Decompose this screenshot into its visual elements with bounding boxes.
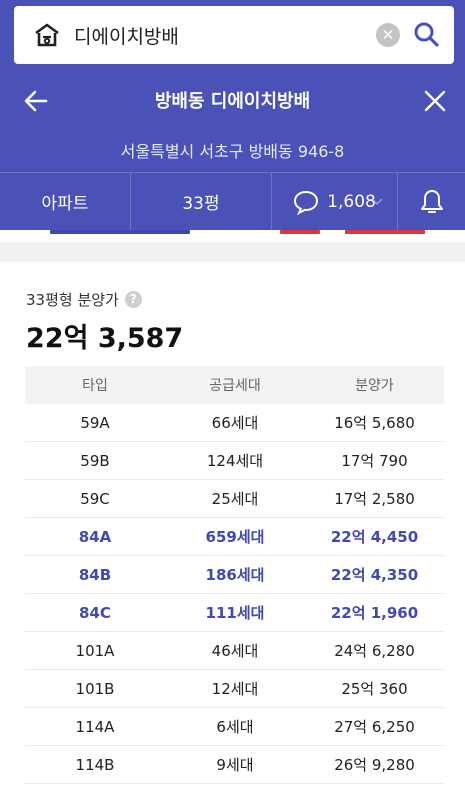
row-units: 6세대 (216, 718, 254, 736)
table-row: 101B 12세대 25억 360 (25, 670, 444, 708)
tab-size-select[interactable]: 33평 (131, 173, 383, 230)
tab-comments[interactable]: 1,608 (272, 173, 398, 230)
row-type: 59A (80, 413, 110, 432)
table-row: 84A 659세대 22억 4,450 (25, 518, 444, 556)
table-row: 59A 66세대 16억 5,680 (25, 404, 444, 442)
row-units: 124세대 (206, 452, 264, 470)
row-price: 22억 4,450 (330, 528, 419, 546)
house-logo-icon[interactable] (34, 23, 60, 47)
page-title: 방배동 디에이치방배 (154, 91, 311, 112)
row-price: 22억 4,350 (330, 566, 419, 584)
search-input[interactable]: 디에이치방배 (74, 22, 179, 49)
row-price: 17억 2,580 (334, 490, 415, 508)
speech-bubble-icon (294, 190, 319, 215)
row-units: 111세대 (205, 604, 265, 622)
row-units: 186세대 (205, 566, 265, 584)
comment-count: 1,608 (327, 191, 376, 212)
row-type: 84B (78, 565, 112, 584)
price-section-label: 33평형 분양가 ? (26, 289, 142, 310)
search-icon[interactable] (412, 20, 440, 48)
table-row: 114B 9세대 26억 9,280 (25, 746, 444, 784)
header-units: 공급세대 (209, 378, 261, 394)
table-row: 59B 124세대 17억 790 (25, 442, 444, 480)
search-bar[interactable]: 디에이치방배 ✕ (14, 6, 454, 64)
section-divider (0, 242, 465, 262)
tab-bar: 아파트 33평 1,608 (0, 172, 465, 230)
table-header: 타입 공급세대 분양가 (25, 366, 444, 404)
row-type: 114A (75, 717, 115, 736)
row-units: 46세대 (211, 642, 259, 660)
bell-icon (420, 189, 443, 213)
partially-hidden-row (0, 230, 465, 242)
row-type: 101B (75, 679, 115, 698)
price-label: 33평형 분양가 (26, 291, 119, 309)
row-type: 101A (75, 641, 115, 660)
price-table: 타입 공급세대 분양가 59A 66세대 16억 5,680 59B 124세대 17억 … (25, 366, 444, 784)
table-row: 59C 25세대 17억 2,580 (25, 480, 444, 518)
table-row: 84C 111세대 22억 1,960 (25, 594, 444, 632)
row-type: 59C (80, 489, 110, 508)
row-type: 84A (78, 527, 112, 546)
address-text: 서울특별시 서초구 방배동 946-8 (120, 142, 345, 161)
row-price: 24억 6,280 (334, 642, 415, 660)
notification-button[interactable] (398, 173, 465, 230)
close-icon[interactable] (421, 87, 449, 115)
average-price: 22억 3,587 (26, 323, 184, 354)
row-units: 9세대 (216, 756, 254, 774)
row-units: 66세대 (211, 414, 259, 432)
question-circle-icon[interactable]: ? (124, 291, 142, 308)
table-row: 101A 46세대 24억 6,280 (25, 632, 444, 670)
row-type: 59B (80, 451, 110, 470)
header-type: 타입 (82, 378, 108, 394)
row-units: 25세대 (211, 490, 259, 508)
row-price: 25억 360 (341, 680, 408, 698)
row-price: 17억 790 (341, 452, 408, 470)
table-row: 84B 186세대 22억 4,350 (25, 556, 444, 594)
row-units: 12세대 (211, 680, 259, 698)
row-price: 22억 1,960 (330, 604, 419, 622)
row-price: 16억 5,680 (334, 414, 415, 432)
row-units: 659세대 (205, 528, 265, 546)
row-price: 26억 9,280 (334, 756, 415, 774)
table-row: 114A 6세대 27억 6,250 (25, 708, 444, 746)
tab-building-type[interactable]: 아파트 (0, 173, 131, 230)
row-type: 84C (79, 603, 111, 622)
header-price: 분양가 (355, 378, 394, 394)
close-circle-icon[interactable]: ✕ (376, 23, 400, 47)
row-price: 27억 6,250 (334, 718, 415, 736)
tab-building-type-label: 아파트 (41, 194, 89, 214)
tab-size-label: 33평 (182, 194, 220, 214)
row-type: 114B (75, 755, 115, 774)
